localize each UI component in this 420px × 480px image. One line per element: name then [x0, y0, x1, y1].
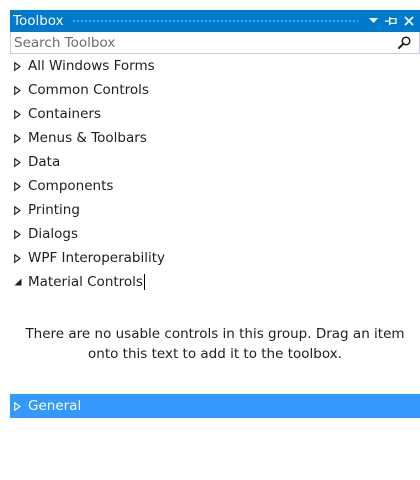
group-label: Menus & Toolbars — [28, 130, 147, 146]
group-label: Components — [28, 178, 114, 194]
toolbox-groups: All Windows Forms Common Controls Contai… — [10, 54, 420, 294]
collapsed-arrow-icon — [14, 198, 26, 222]
search-box[interactable] — [10, 32, 420, 54]
collapsed-arrow-icon — [14, 174, 26, 198]
pin-icon — [385, 17, 397, 25]
collapsed-arrow-icon — [14, 222, 26, 246]
collapsed-arrow-icon — [14, 54, 26, 78]
search-icon — [398, 35, 411, 49]
collapsed-arrow-icon — [14, 126, 26, 150]
collapsed-arrow-icon — [14, 246, 26, 270]
search-button[interactable] — [395, 35, 419, 50]
group-label: Dialogs — [28, 226, 79, 242]
group-label: Printing — [28, 202, 80, 218]
group-data[interactable]: Data — [10, 150, 420, 174]
title-bar[interactable]: Toolbox — [10, 10, 420, 32]
group-label-text: Material Controls — [28, 274, 143, 290]
group-general[interactable]: General — [10, 394, 420, 418]
group-components[interactable]: Components — [10, 174, 420, 198]
collapsed-arrow-icon — [14, 394, 26, 418]
text-caret — [143, 274, 145, 290]
group-label: Data — [28, 154, 61, 170]
close-button[interactable] — [402, 13, 416, 29]
search-input[interactable] — [11, 32, 395, 53]
collapsed-arrow-icon — [14, 102, 26, 126]
title-grip[interactable] — [71, 18, 358, 24]
group-label: Containers — [28, 106, 102, 122]
chevron-down-icon — [368, 18, 378, 23]
expanded-arrow-icon — [14, 270, 26, 294]
group-wpf-interoperability[interactable]: WPF Interoperability — [10, 246, 420, 270]
window-position-button[interactable] — [366, 13, 380, 29]
close-icon — [404, 16, 414, 26]
group-common-controls[interactable]: Common Controls — [10, 78, 420, 102]
toolbox-panel: Toolbox Search Toolbox All Windows Forms… — [10, 10, 420, 480]
empty-group-message[interactable]: There are no usable controls in this gro… — [10, 294, 420, 394]
group-label: WPF Interoperability — [28, 250, 165, 266]
auto-hide-button[interactable] — [384, 13, 398, 29]
panel-title: Toolbox — [13, 13, 64, 29]
group-all-windows-forms[interactable]: All Windows Forms — [10, 54, 420, 78]
group-label: Common Controls — [28, 82, 149, 98]
group-label: All Windows Forms — [28, 58, 155, 74]
collapsed-arrow-icon — [14, 150, 26, 174]
group-menus-toolbars[interactable]: Menus & Toolbars — [10, 126, 420, 150]
group-label-editing[interactable]: Material Controls — [26, 274, 145, 290]
group-printing[interactable]: Printing — [10, 198, 420, 222]
collapsed-arrow-icon — [14, 78, 26, 102]
group-dialogs[interactable]: Dialogs — [10, 222, 420, 246]
group-material-controls[interactable]: Material Controls — [10, 270, 420, 294]
group-containers[interactable]: Containers — [10, 102, 420, 126]
group-label: General — [28, 398, 82, 414]
